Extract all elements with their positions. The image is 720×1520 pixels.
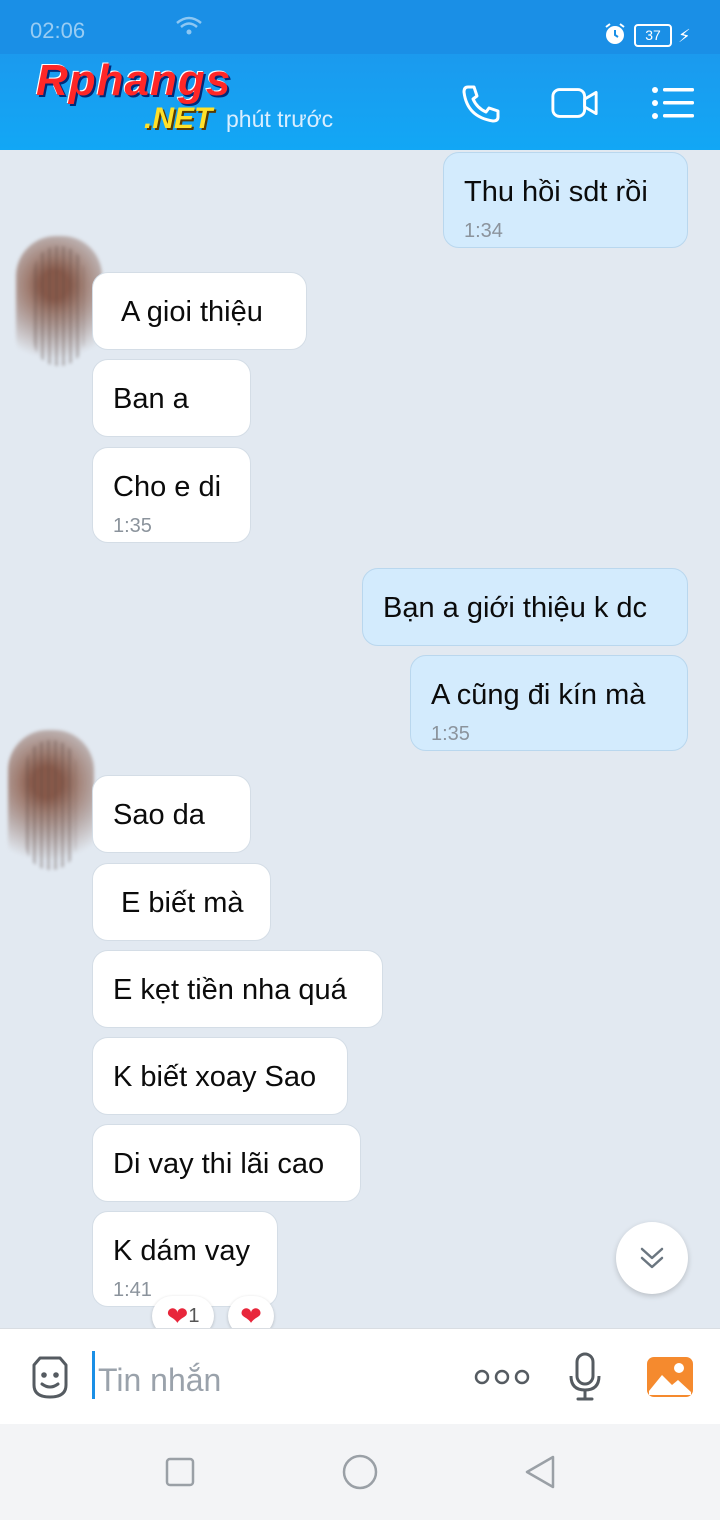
message-text: Ban a (113, 383, 189, 415)
message-text: K dám vay (113, 1235, 250, 1267)
message-input-bar (0, 1328, 720, 1425)
text-cursor (92, 1351, 95, 1399)
message-text: K biết xoay Sao (113, 1061, 317, 1093)
reaction-count[interactable]: ❤ 1 (152, 1296, 214, 1328)
heart-icon: ❤ (166, 1300, 189, 1329)
status-bar: 02:06 37 ⚡ (0, 0, 720, 54)
status-time: 02:06 (30, 18, 86, 43)
message-time: 1:41 (113, 1279, 152, 1301)
message-text: Sao da (113, 799, 205, 831)
system-nav-bar (0, 1424, 720, 1520)
home-icon (342, 1454, 378, 1490)
message-bubble[interactable]: K biết xoay Sao (92, 1037, 348, 1115)
message-text: Di vay thi lãi cao (113, 1148, 325, 1180)
home-button[interactable] (340, 1452, 380, 1492)
message-text: E kẹt tiền nha quá (113, 974, 347, 1006)
last-seen-status: phút trước (226, 106, 334, 132)
message-bubble[interactable]: Bạn a giới thiệu k dc (362, 568, 688, 646)
message-time: 1:34 (464, 220, 503, 242)
microphone-icon (569, 1352, 601, 1401)
sender-avatar[interactable] (16, 236, 102, 376)
message-bubble[interactable]: A gioi thiệu (92, 272, 307, 350)
recent-apps-icon (165, 1457, 195, 1487)
message-time: 1:35 (113, 515, 152, 537)
video-call-button[interactable] (550, 80, 600, 126)
charging-icon: ⚡ (678, 26, 691, 46)
battery-indicator: 37 (634, 24, 672, 47)
recent-apps-button[interactable] (160, 1452, 200, 1492)
double-chevron-down-icon (640, 1247, 664, 1269)
phone-icon (462, 85, 500, 123)
call-button[interactable] (456, 80, 506, 126)
message-text: E biết mà (121, 887, 244, 919)
message-bubble[interactable]: Thu hồi sdt rồi 1:34 (443, 152, 688, 248)
watermark-brand: Rphangs (36, 56, 232, 105)
message-text: A cũng đi kín mà (431, 679, 646, 711)
video-call-icon (551, 88, 598, 118)
message-bubble[interactable]: K dám vay 1:41 (92, 1211, 278, 1307)
emoji-button[interactable] (24, 1351, 76, 1403)
message-bubble[interactable]: E biết mà (92, 863, 271, 941)
menu-list-icon (652, 87, 694, 119)
message-bubble[interactable]: Di vay thi lãi cao (92, 1124, 361, 1202)
watermark-suffix: .NET (144, 102, 213, 135)
message-bubble[interactable]: Cho e di 1:35 (92, 447, 251, 543)
more-icon (474, 1369, 530, 1385)
message-list[interactable]: Thu hồi sdt rồi 1:34 A gioi thiệu Ban a … (0, 150, 720, 1328)
heart-icon: ❤ (240, 1300, 262, 1329)
more-button[interactable] (472, 1351, 532, 1403)
back-button[interactable] (520, 1452, 560, 1492)
message-bubble[interactable]: Sao da (92, 775, 251, 853)
message-text: Thu hồi sdt rồi (464, 176, 648, 208)
scroll-to-bottom-button[interactable] (616, 1222, 688, 1294)
chat-header: Rphangs .NET phút trước (0, 54, 720, 150)
message-bubble[interactable]: A cũng đi kín mà 1:35 (410, 655, 688, 751)
add-reaction-button[interactable]: ❤ (228, 1296, 274, 1328)
reaction-count-value: 1 (188, 1304, 200, 1327)
message-input[interactable] (96, 1357, 460, 1403)
alarm-icon (603, 22, 627, 51)
message-time: 1:35 (431, 723, 470, 745)
back-icon (525, 1455, 555, 1489)
wifi-icon (176, 16, 202, 41)
message-text: Bạn a giới thiệu k dc (383, 592, 648, 624)
message-text: Cho e di (113, 471, 222, 503)
message-bubble[interactable]: E kẹt tiền nha quá (92, 950, 383, 1028)
chat-options-button[interactable] (648, 80, 698, 126)
gallery-button[interactable] (642, 1351, 698, 1403)
message-text: A gioi thiệu (121, 296, 263, 328)
emoji-icon (32, 1356, 68, 1399)
sender-avatar[interactable] (8, 730, 94, 880)
gallery-icon (647, 1357, 693, 1397)
voice-message-button[interactable] (560, 1351, 610, 1403)
message-bubble[interactable]: Ban a (92, 359, 251, 437)
